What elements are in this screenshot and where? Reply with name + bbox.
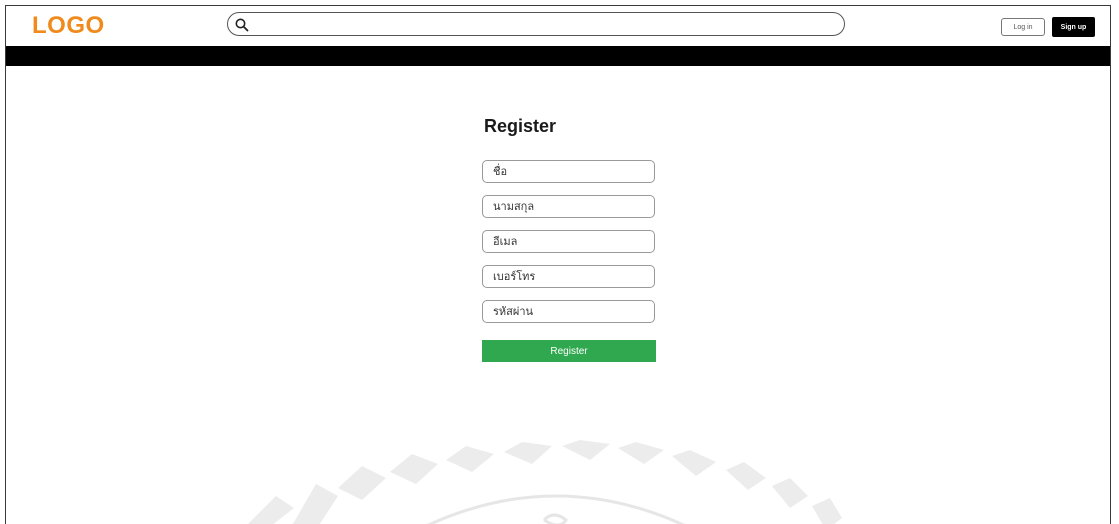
- register-button[interactable]: Register: [482, 340, 656, 362]
- search-input[interactable]: [254, 15, 834, 33]
- search-icon: [234, 17, 250, 33]
- login-button[interactable]: Log in: [1001, 18, 1045, 36]
- page-frame: LOGO Log in Sign up Register Register: [5, 5, 1111, 524]
- header: LOGO Log in Sign up: [6, 6, 1110, 46]
- watermark-emblem-icon: [166, 426, 946, 524]
- navbar: [6, 46, 1110, 66]
- form-title: Register: [484, 116, 557, 136]
- last-name-field[interactable]: [482, 195, 655, 218]
- password-field[interactable]: [482, 300, 655, 323]
- logo[interactable]: LOGO: [32, 12, 105, 40]
- first-name-field[interactable]: [482, 160, 655, 183]
- email-field[interactable]: [482, 230, 655, 253]
- search-bar[interactable]: [227, 12, 845, 36]
- phone-field[interactable]: [482, 265, 655, 288]
- signup-button[interactable]: Sign up: [1052, 17, 1095, 37]
